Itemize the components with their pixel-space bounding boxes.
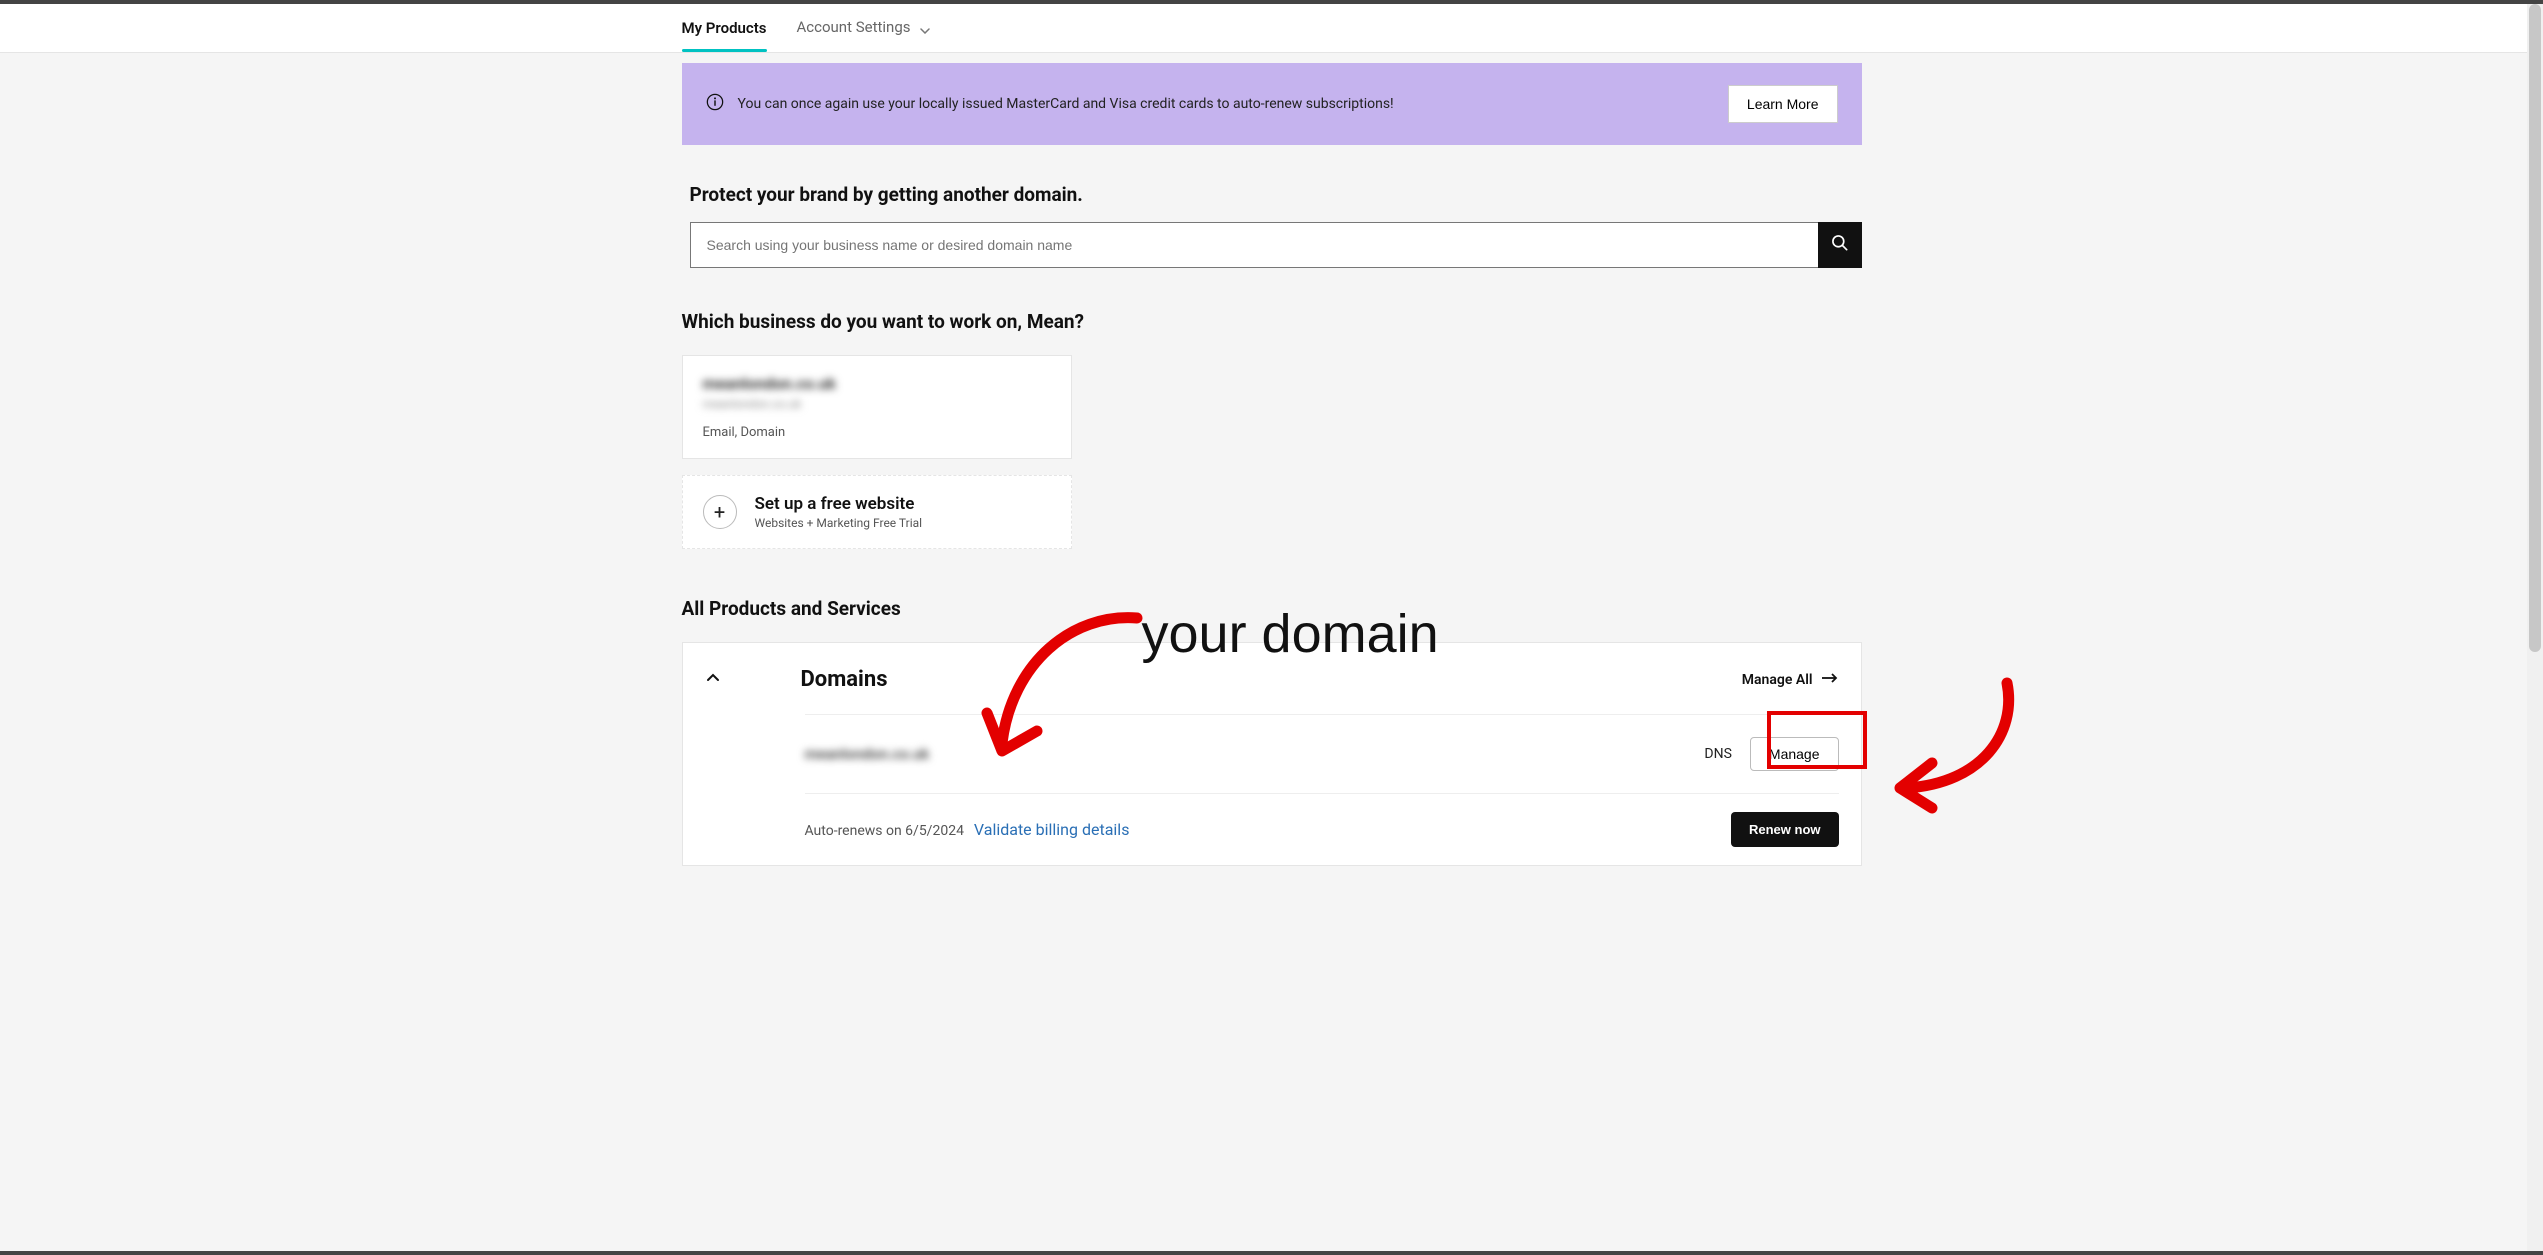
domain-search-input[interactable] xyxy=(690,222,1818,268)
search-icon xyxy=(1830,233,1850,257)
chevron-down-icon xyxy=(920,20,930,38)
manage-all-label: Manage All xyxy=(1742,672,1813,688)
business-card[interactable]: meanlondon.co.uk meanlondon.co.uk Email,… xyxy=(682,355,1072,459)
scrollbar[interactable] xyxy=(2527,4,2543,1251)
which-business-heading: Which business do you want to work on, M… xyxy=(682,310,1862,333)
search-heading: Protect your brand by getting another do… xyxy=(690,183,1862,206)
auto-renew-text: Auto-renews on 6/5/2024 xyxy=(805,823,964,839)
tab-account-settings[interactable]: Account Settings xyxy=(797,4,931,51)
plus-icon: + xyxy=(703,495,737,529)
scrollbar-thumb[interactable] xyxy=(2529,4,2541,652)
domain-renewal-row: Auto-renews on 6/5/2024 Validate billing… xyxy=(805,793,1839,865)
chevron-up-icon[interactable] xyxy=(705,670,721,690)
notification-banner: You can once again use your locally issu… xyxy=(682,63,1862,145)
dns-link[interactable]: DNS xyxy=(1704,746,1732,762)
info-icon xyxy=(706,93,724,115)
manage-button[interactable]: Manage xyxy=(1750,737,1839,771)
domain-name: meanlondon.co.uk xyxy=(805,745,930,763)
arrow-right-icon xyxy=(1821,672,1839,688)
setup-card-title: Set up a free website xyxy=(755,494,923,514)
annotation-arrow-right xyxy=(1872,673,2022,823)
learn-more-button[interactable]: Learn More xyxy=(1728,85,1838,123)
top-nav-bar: My Products Account Settings xyxy=(0,4,2543,53)
setup-card-subtitle: Websites + Marketing Free Trial xyxy=(755,516,923,530)
domains-panel: Domains Manage All meanlondon.co.uk DNS … xyxy=(682,642,1862,866)
manage-all-link[interactable]: Manage All xyxy=(1742,672,1839,688)
domain-row: meanlondon.co.uk DNS Manage xyxy=(805,714,1839,793)
renew-now-button[interactable]: Renew now xyxy=(1731,812,1839,847)
tab-account-settings-label: Account Settings xyxy=(797,18,911,36)
validate-billing-link[interactable]: Validate billing details xyxy=(974,820,1130,839)
business-card-products: Email, Domain xyxy=(703,425,1051,440)
business-card-title: meanlondon.co.uk xyxy=(703,374,1051,393)
banner-text: You can once again use your locally issu… xyxy=(738,96,1394,112)
business-card-subtitle: meanlondon.co.uk xyxy=(703,397,1051,411)
domains-panel-title: Domains xyxy=(801,667,888,692)
tab-my-products[interactable]: My Products xyxy=(682,5,767,51)
search-button[interactable] xyxy=(1818,222,1862,268)
annotation-text: your domain xyxy=(1142,603,1439,665)
setup-website-card[interactable]: + Set up a free website Websites + Marke… xyxy=(682,475,1072,549)
